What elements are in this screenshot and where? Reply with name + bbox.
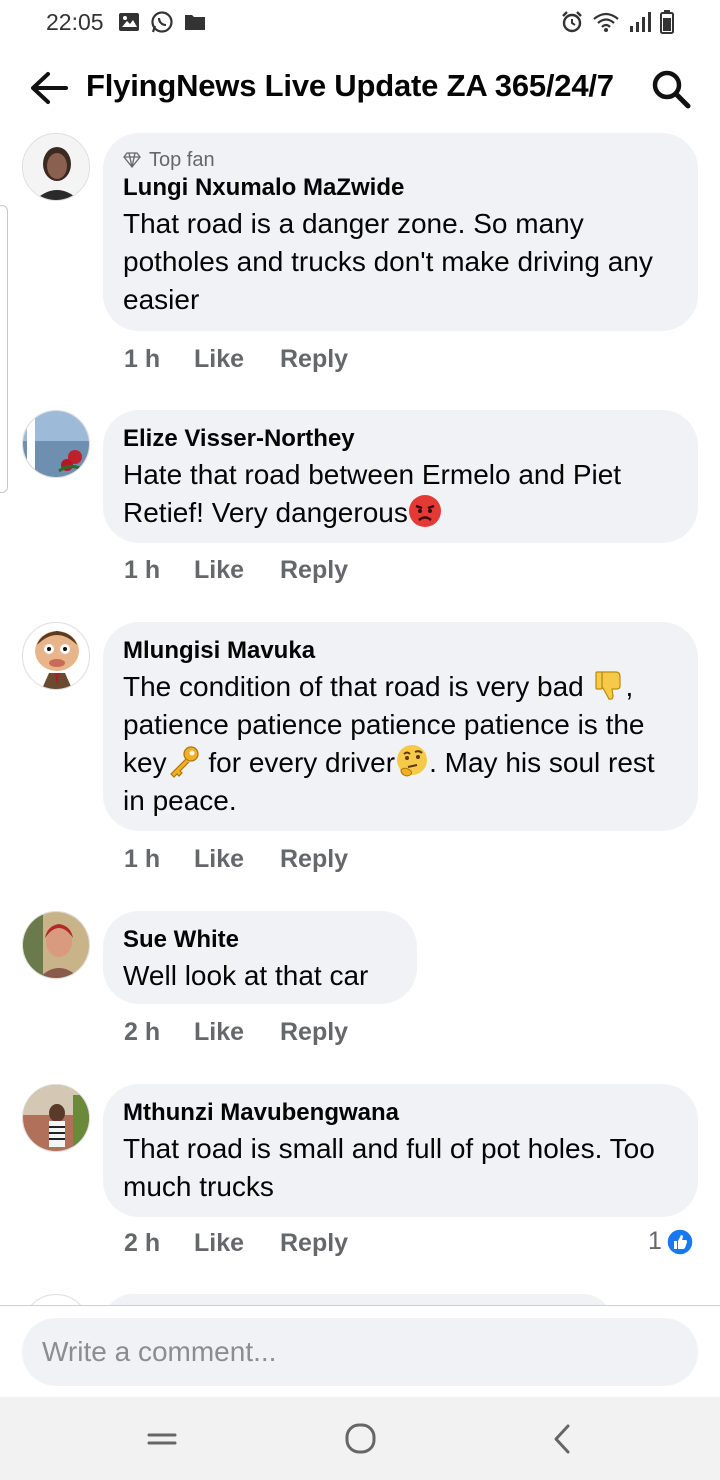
status-system-icons bbox=[560, 10, 674, 34]
comment-text-part: for every driver bbox=[200, 747, 396, 778]
comment-input[interactable] bbox=[22, 1318, 698, 1386]
comment-text-part: The condition of that road is very bad bbox=[123, 671, 592, 702]
comment-author[interactable]: Mlungisi Mavuka bbox=[123, 636, 678, 666]
thinking-face-emoji bbox=[397, 745, 428, 777]
reply-button[interactable]: Reply bbox=[280, 556, 348, 585]
reply-button[interactable]: Reply bbox=[280, 345, 348, 374]
reply-button[interactable]: Reply bbox=[280, 845, 348, 874]
like-button[interactable]: Like bbox=[194, 345, 280, 374]
wifi-icon bbox=[593, 12, 619, 32]
avatar[interactable] bbox=[22, 1084, 90, 1152]
comment-actions: 1 h Like Reply bbox=[124, 345, 348, 374]
like-button[interactable]: Like bbox=[194, 1229, 280, 1258]
comment-author[interactable]: Mthunzi Mavubengwana bbox=[123, 1098, 678, 1128]
avatar[interactable] bbox=[22, 911, 90, 979]
home-icon[interactable] bbox=[338, 1419, 382, 1459]
comment-composer bbox=[0, 1305, 720, 1398]
comment-author[interactable]: Sue White bbox=[123, 925, 397, 955]
comment-text: That road is small and full of pot holes… bbox=[123, 1133, 655, 1202]
like-button[interactable]: Like bbox=[194, 845, 280, 874]
like-button[interactable]: Like bbox=[194, 1018, 280, 1047]
comment-text: Hate that road between Ermelo and Piet R… bbox=[123, 459, 622, 528]
system-nav-bar bbox=[0, 1397, 720, 1480]
reaction-count: 1 bbox=[648, 1227, 662, 1255]
comment-time[interactable]: 2 h bbox=[124, 1018, 194, 1047]
thumbs-down-emoji bbox=[594, 671, 621, 700]
like-button[interactable]: Like bbox=[194, 556, 280, 585]
comment-actions: 1 h Like Reply bbox=[124, 556, 348, 585]
like-reaction-icon bbox=[666, 1227, 694, 1256]
comment-time[interactable]: 2 h bbox=[124, 1229, 194, 1258]
comment-actions: 2 h Like Reply bbox=[124, 1229, 348, 1258]
comment-bubble[interactable]: Top fan Lungi Nxumalo MaZwide That road … bbox=[103, 133, 698, 331]
comment-bubble[interactable]: Elize Visser-Northey Hate that road betw… bbox=[103, 410, 698, 543]
comment-author[interactable]: Lungi Nxumalo MaZwide bbox=[123, 173, 678, 203]
back-icon[interactable] bbox=[540, 1419, 584, 1459]
status-bar: 22:05 bbox=[0, 0, 720, 44]
top-fan-label: Top fan bbox=[149, 148, 215, 171]
battery-icon bbox=[660, 10, 674, 34]
comment-text: Well look at that car bbox=[123, 960, 369, 991]
alarm-icon bbox=[562, 11, 582, 33]
reaction-summary[interactable]: 1 bbox=[648, 1227, 694, 1256]
comment-bubble[interactable]: Mthunzi Mavubengwana That road is small … bbox=[103, 1084, 698, 1217]
signal-icon bbox=[630, 12, 651, 32]
top-fan-badge: Top fan bbox=[123, 147, 678, 173]
comment-author[interactable]: Elize Visser-Northey bbox=[123, 424, 678, 454]
comment-time[interactable]: 1 h bbox=[124, 345, 194, 374]
comment-bubble[interactable]: Mlungisi Mavuka The condition of that ro… bbox=[103, 622, 698, 831]
comment-bubble[interactable]: Sue White Well look at that car bbox=[103, 911, 417, 1004]
key-emoji bbox=[169, 746, 199, 778]
comment-text-wrap: The condition of that road is very bad ,… bbox=[123, 668, 678, 820]
comment-time[interactable]: 1 h bbox=[124, 556, 194, 585]
search-icon[interactable] bbox=[650, 68, 692, 110]
comment-text-wrap: Hate that road between Ermelo and Piet R… bbox=[123, 456, 678, 532]
comment-actions: 2 h Like Reply bbox=[124, 1018, 348, 1047]
recents-icon[interactable] bbox=[140, 1419, 184, 1459]
whatsapp-icon bbox=[150, 11, 173, 33]
comment-text: That road is a danger zone. So many poth… bbox=[123, 208, 653, 315]
page-header: FlyingNews Live Update ZA 365/24/7 bbox=[0, 56, 720, 120]
page-title: FlyingNews Live Update ZA 365/24/7 bbox=[86, 68, 614, 103]
diamond-icon bbox=[123, 152, 141, 168]
folder-icon bbox=[184, 15, 205, 30]
comment-time[interactable]: 1 h bbox=[124, 845, 194, 874]
reply-button[interactable]: Reply bbox=[280, 1229, 348, 1258]
scrollbar[interactable] bbox=[0, 205, 8, 493]
avatar[interactable] bbox=[22, 622, 90, 690]
avatar[interactable] bbox=[22, 410, 90, 478]
status-time: 22:05 bbox=[46, 8, 104, 35]
reply-button[interactable]: Reply bbox=[280, 1018, 348, 1047]
arrow-left-icon[interactable] bbox=[28, 68, 70, 108]
status-notification-icons bbox=[118, 10, 206, 34]
avatar[interactable] bbox=[22, 133, 90, 201]
image-icon bbox=[118, 13, 139, 31]
comment-actions: 1 h Like Reply bbox=[124, 845, 348, 874]
angry-face-emoji bbox=[408, 495, 441, 527]
